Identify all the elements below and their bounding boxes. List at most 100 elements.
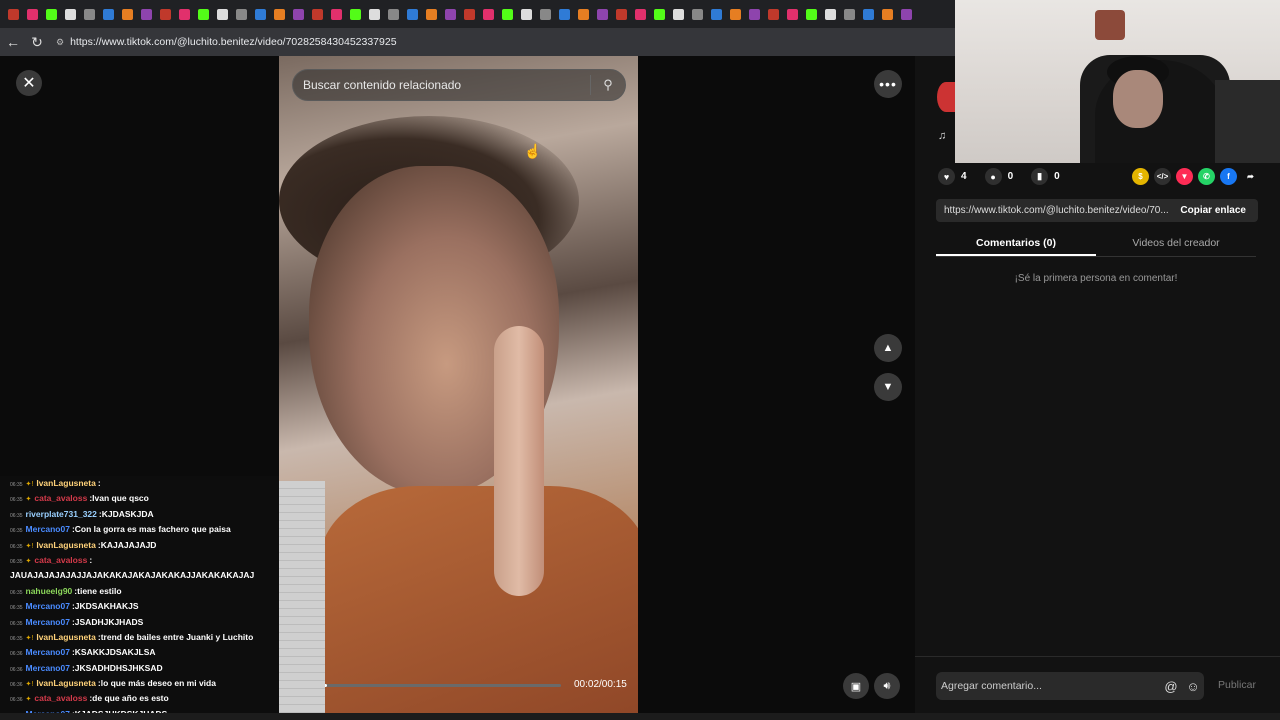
browser-tab[interactable] [422, 5, 441, 24]
browser-tab[interactable] [707, 5, 726, 24]
chat-username[interactable]: riverplate731_322 [26, 507, 97, 522]
search-input[interactable]: Buscar contenido relacionado [303, 78, 590, 92]
creator-avatar[interactable] [937, 82, 955, 112]
previous-video-button[interactable]: ▲ [874, 334, 902, 362]
browser-tab[interactable] [327, 5, 346, 24]
emoji-icon[interactable]: ☺ [1182, 679, 1204, 694]
browser-tab[interactable] [821, 5, 840, 24]
browser-tab[interactable] [403, 5, 422, 24]
browser-tab[interactable] [251, 5, 270, 24]
video-link-text[interactable]: https://www.tiktok.com/@luchito.benitez/… [936, 205, 1172, 216]
related-search[interactable]: Buscar contenido relacionado ⚲ [292, 69, 626, 101]
browser-tab[interactable] [479, 5, 498, 24]
browser-tab[interactable] [270, 5, 289, 24]
next-video-button[interactable]: ▼ [874, 373, 902, 401]
browser-tab[interactable] [61, 5, 80, 24]
chat-username[interactable]: Mercano07 [26, 645, 70, 660]
browser-tab[interactable] [878, 5, 897, 24]
chat-username[interactable]: cata_avaloss [34, 491, 87, 506]
instagram-icon [8, 8, 19, 20]
more-options-button[interactable]: ••• [874, 70, 902, 98]
volume-button[interactable]: 🔊︎ [874, 673, 900, 699]
chat-username[interactable]: Mercano07 [26, 661, 70, 676]
chat-username[interactable]: IvanLagusneta [36, 476, 96, 491]
browser-tab[interactable] [346, 5, 365, 24]
browser-tab[interactable] [859, 5, 878, 24]
mention-icon[interactable]: @ [1160, 679, 1182, 694]
send-icon[interactable]: ▼ [1176, 168, 1193, 185]
browser-tab[interactable] [726, 5, 745, 24]
browser-tab[interactable] [498, 5, 517, 24]
browser-tab[interactable] [669, 5, 688, 24]
chat-username[interactable]: Mercano07 [26, 599, 70, 614]
chat-badge-icon: ✦! [25, 542, 34, 550]
browser-tab[interactable] [4, 5, 23, 24]
browser-tab[interactable] [802, 5, 821, 24]
url-field[interactable]: ⚙ https://www.tiktok.com/@luchito.benite… [56, 31, 397, 53]
tab-creator-videos[interactable]: Videos del creador [1096, 231, 1256, 256]
chat-username[interactable]: IvanLagusneta [36, 538, 96, 553]
reload-icon[interactable]: ↻ [26, 31, 48, 53]
whatsapp-icon[interactable]: ✆ [1198, 168, 1215, 185]
chat-username[interactable]: IvanLagusneta [36, 630, 96, 645]
coin-share-icon[interactable]: $ [1132, 168, 1149, 185]
chat-username[interactable]: cata_avaloss [34, 553, 87, 568]
browser-tab[interactable] [42, 5, 61, 24]
browser-tab[interactable] [99, 5, 118, 24]
browser-tab[interactable] [308, 5, 327, 24]
share-arrow-icon[interactable]: ➦ [1242, 168, 1259, 185]
browser-tab[interactable] [574, 5, 593, 24]
browser-tab[interactable] [897, 5, 916, 24]
tab-comments[interactable]: Comentarios (0) [936, 231, 1096, 256]
chat-username[interactable]: IvanLagusneta [36, 676, 96, 691]
browser-tab[interactable] [688, 5, 707, 24]
video-player[interactable] [279, 56, 638, 713]
facebook-icon[interactable]: f [1220, 168, 1237, 185]
browser-tab[interactable] [764, 5, 783, 24]
chat-username[interactable]: Mercano07 [26, 522, 70, 537]
browser-tab[interactable] [536, 5, 555, 24]
browser-tab[interactable] [289, 5, 308, 24]
chat-timestamp: 06:35 [10, 635, 23, 642]
browser-tab[interactable] [631, 5, 650, 24]
chat-message: 06:36 Mercano07: JKSADHDHSJHKSAD [0, 661, 279, 676]
chat-username[interactable]: Mercano07 [26, 615, 70, 630]
browser-tab[interactable] [156, 5, 175, 24]
browser-tab[interactable] [80, 5, 99, 24]
site-info-icon[interactable]: ⚙ [56, 37, 64, 48]
chat-username[interactable]: cata_avaloss [34, 691, 87, 706]
comment-icon[interactable]: ● [984, 168, 1002, 185]
browser-tab[interactable] [23, 5, 42, 24]
chat-badge-icon: ✦! [25, 481, 34, 488]
back-icon[interactable]: ← [2, 31, 24, 53]
embed-icon[interactable]: </> [1154, 168, 1171, 185]
browser-tab[interactable] [175, 5, 194, 24]
browser-tab[interactable] [441, 5, 460, 24]
browser-tab[interactable] [365, 5, 384, 24]
search-icon[interactable]: ⚲ [591, 77, 625, 93]
browser-tab[interactable] [612, 5, 631, 24]
browser-tab[interactable] [137, 5, 156, 24]
browser-tab[interactable] [840, 5, 859, 24]
browser-tab[interactable] [118, 5, 137, 24]
copy-link-button[interactable]: Copiar enlace [1172, 205, 1258, 216]
browser-tab[interactable] [213, 5, 232, 24]
browser-tab[interactable] [593, 5, 612, 24]
browser-tab[interactable] [460, 5, 479, 24]
browser-tab[interactable] [745, 5, 764, 24]
chat-username[interactable]: nahueelg90 [26, 584, 73, 599]
browser-tab[interactable] [555, 5, 574, 24]
comment-input[interactable]: Agregar comentario... @ ☺ [936, 672, 1204, 700]
browser-tab[interactable] [650, 5, 669, 24]
browser-tab[interactable] [783, 5, 802, 24]
close-button[interactable]: ✕ [16, 70, 42, 96]
browser-tab[interactable] [194, 5, 213, 24]
pip-button[interactable]: ▣ [843, 673, 869, 699]
publish-button[interactable]: Publicar [1218, 679, 1256, 691]
browser-tab[interactable] [232, 5, 251, 24]
bookmark-icon[interactable]: ▮ [1031, 168, 1049, 185]
video-progress-bar[interactable] [291, 684, 561, 687]
like-icon[interactable]: ♥ [938, 168, 955, 185]
browser-tab[interactable] [384, 5, 403, 24]
browser-tab[interactable] [517, 5, 536, 24]
